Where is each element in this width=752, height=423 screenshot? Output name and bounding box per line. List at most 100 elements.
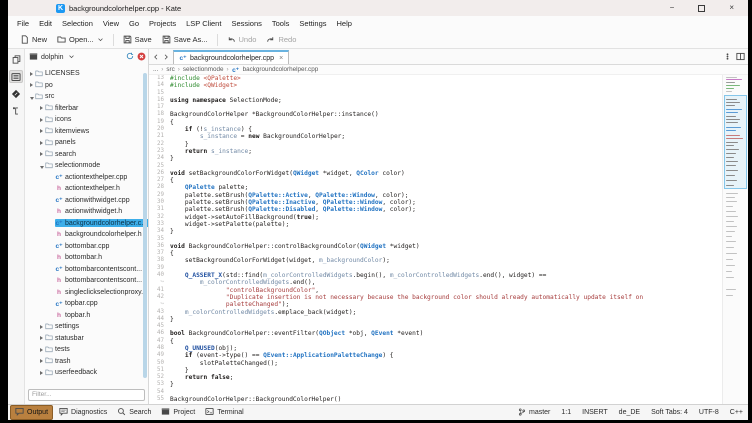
code-line[interactable]: 18BackgroundColorHelper *BackgroundColor… (149, 111, 722, 118)
breadcrumb[interactable]: ...›src›selectionmode›c⁺backgroundcolorh… (149, 65, 748, 75)
code-line[interactable]: 20 if (!s_instance) { (149, 126, 722, 133)
nav-forward-icon[interactable] (162, 48, 170, 66)
tab-backgroundcolorhelper[interactable]: c⁺ backgroundcolorhelper.cpp × (173, 50, 289, 64)
menu-selection[interactable]: Selection (62, 19, 93, 28)
code-line[interactable]: 26void setBackgroundColorForWidget(QWidg… (149, 170, 722, 177)
tree-file-actiontexthelper-cpp[interactable]: c⁺actiontexthelper.cpp (25, 172, 148, 184)
breadcrumb-ellipsis[interactable]: ... (153, 66, 158, 73)
code-line[interactable]: 51 } (149, 367, 722, 374)
symbol-outline-icon[interactable] (9, 104, 23, 117)
tree-file-bottombarcontentscont-[interactable]: hbottombarcontentscont... (25, 275, 148, 287)
code-line[interactable]: 42 "Duplicate insertion is not necessary… (149, 294, 722, 301)
code-line[interactable]: 43 m_colorControlledWidgets.emplace_back… (149, 309, 722, 316)
status-insert[interactable]: INSERT (582, 409, 608, 416)
code-line[interactable]: 17 (149, 104, 722, 111)
code-line[interactable]: 22 } (149, 141, 722, 148)
tree-folder-tests[interactable]: tests (25, 344, 148, 356)
status-soft-tabs-4[interactable]: Soft Tabs: 4 (651, 409, 688, 416)
code-line[interactable]: 36void BackgroundColorHelper::controlBac… (149, 243, 722, 250)
code-line[interactable]: 35 (149, 236, 722, 243)
tree-folder-settings[interactable]: settings (25, 321, 148, 333)
close-project-icon[interactable] (137, 52, 146, 63)
save-button[interactable]: Save (118, 33, 157, 46)
tree-file-bottombar-h[interactable]: hbottombar.h (25, 252, 148, 264)
tree-file-backgroundcolorhelper-c-[interactable]: c⁺backgroundcolorhelper.c... (25, 218, 148, 230)
tree-scrollbar[interactable] (143, 73, 147, 378)
status-master[interactable]: master (518, 408, 550, 418)
minimap-scrollbar[interactable] (722, 75, 748, 404)
close-button[interactable]: × (729, 0, 734, 16)
chevron-down-icon[interactable] (68, 53, 75, 62)
code-line[interactable]: 55BackgroundColorHelper::BackgroundColor… (149, 396, 722, 403)
code-line[interactable]: 32 widget->setAutoFillBackground(true); (149, 214, 722, 221)
tree-file-topbar-h[interactable]: htopbar.h (25, 310, 148, 322)
menu-edit[interactable]: Edit (39, 19, 52, 28)
code-line[interactable]: 49 if (event->type() == QEvent::Applicat… (149, 352, 722, 359)
code-line[interactable]: 31 palette.setBrush(QPalette::Disabled, … (149, 206, 722, 213)
redo-button[interactable]: Redo (261, 33, 301, 46)
code-line[interactable]: 23 return s_instance; (149, 148, 722, 155)
code-line[interactable]: 46bool BackgroundColorHelper::eventFilte… (149, 330, 722, 337)
nav-back-icon[interactable] (152, 48, 160, 66)
code-line[interactable]: 52 return false; (149, 374, 722, 381)
diagnostics-panel-button[interactable]: Diagnostics (55, 406, 111, 419)
code-view[interactable]: 13#include <QPalette>14#include <QWidget… (149, 75, 722, 404)
tree-folder-kitemviews[interactable]: kitemviews (25, 126, 148, 138)
tree-file-bottombar-cpp[interactable]: c⁺bottombar.cpp (25, 241, 148, 253)
menu-help[interactable]: Help (337, 19, 352, 28)
tree-folder-icons[interactable]: icons (25, 114, 148, 126)
code-line[interactable]: 44} (149, 316, 722, 323)
tree-file-bottombarcontentscont-[interactable]: c⁺bottombarcontentscont... (25, 264, 148, 276)
code-line[interactable]: 16using namespace SelectionMode; (149, 97, 722, 104)
tree-file-singleclickselectionproxy-[interactable]: hsingleclickselectionproxy... (25, 287, 148, 299)
code-line[interactable]: 50 slotPaletteChanged(); (149, 360, 722, 367)
breadcrumb-item-backgroundcolorhelper-cpp[interactable]: backgroundcolorhelper.cpp (243, 66, 319, 73)
menu-tools[interactable]: Tools (272, 19, 290, 28)
tree-file-actiontexthelper-h[interactable]: hactiontexthelper.h (25, 183, 148, 195)
tab-close-icon[interactable]: × (279, 55, 283, 62)
maximize-button[interactable] (698, 5, 705, 12)
diamond-icon[interactable] (9, 87, 23, 100)
menu-sessions[interactable]: Sessions (231, 19, 261, 28)
code-line[interactable]: 34} (149, 228, 722, 235)
project-list-icon[interactable] (9, 70, 23, 83)
breadcrumb-item-src[interactable]: src (166, 66, 174, 73)
project-panel-button[interactable]: Project (157, 406, 199, 419)
tree-file-actionwithwidget-cpp[interactable]: c⁺actionwithwidget.cpp (25, 195, 148, 207)
new-button[interactable]: New (15, 33, 52, 46)
code-line[interactable]: 39 (149, 265, 722, 272)
tree-folder-licenses[interactable]: LICENSES (25, 68, 148, 80)
code-line[interactable]: 25 (149, 163, 722, 170)
code-line[interactable]: 41 "controlBackgroundColor", (149, 287, 722, 294)
code-line[interactable]: 37{ (149, 250, 722, 257)
code-line[interactable]: 13#include <QPalette> (149, 75, 722, 82)
code-line[interactable]: 15 (149, 90, 722, 97)
tree-folder-selectionmode[interactable]: selectionmode (25, 160, 148, 172)
minimize-button[interactable]: − (670, 0, 675, 16)
documents-icon[interactable] (9, 53, 23, 66)
code-line[interactable]: 21 s_instance = new BackgroundColorHelpe… (149, 133, 722, 140)
code-line[interactable]: 14#include <QWidget> (149, 82, 722, 89)
code-line[interactable]: 27{ (149, 177, 722, 184)
tree-file-backgroundcolorhelper-h[interactable]: hbackgroundcolorhelper.h (25, 229, 148, 241)
menu-file[interactable]: File (17, 19, 29, 28)
project-name[interactable]: dolphin (41, 54, 64, 61)
tree-folder-src[interactable]: src (25, 91, 148, 103)
tree-folder-statusbar[interactable]: statusbar (25, 333, 148, 345)
undo-button[interactable]: Undo (222, 33, 262, 46)
tree-folder-trash[interactable]: trash (25, 356, 148, 368)
tree-file-actionwithwidget-h[interactable]: hactionwithwidget.h (25, 206, 148, 218)
refresh-icon[interactable] (126, 52, 134, 62)
menu-go[interactable]: Go (129, 19, 139, 28)
tree-folder-search[interactable]: search (25, 149, 148, 161)
more-options-icon[interactable] (724, 48, 731, 66)
code-line[interactable]: 33 widget->setPalette(palette); (149, 221, 722, 228)
tree-folder-filterbar[interactable]: filterbar (25, 103, 148, 115)
tree-file-topbar-cpp[interactable]: c⁺topbar.cpp (25, 298, 148, 310)
code-line[interactable]: ↪ paletteChanged"); (149, 301, 722, 308)
code-line[interactable]: 47{ (149, 338, 722, 345)
status-c++[interactable]: C++ (730, 409, 743, 416)
search-panel-button[interactable]: Search (113, 406, 155, 419)
filter-input[interactable] (28, 389, 145, 401)
output-panel-button[interactable]: Output (10, 405, 53, 420)
